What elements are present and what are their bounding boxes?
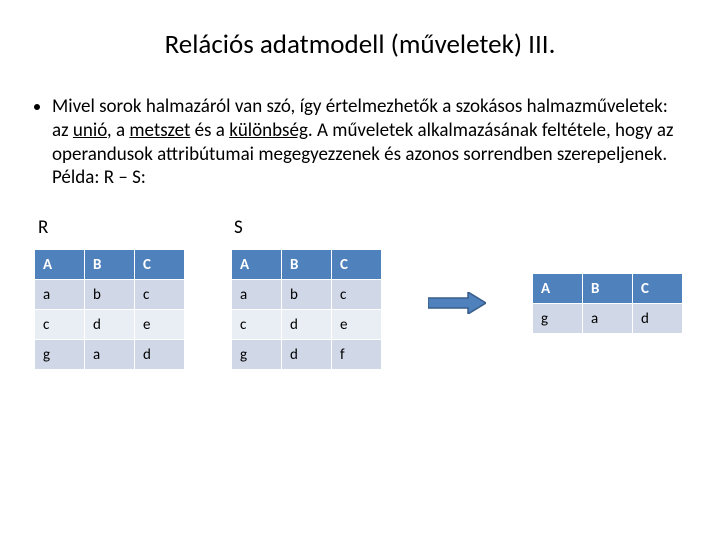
td: d bbox=[85, 310, 135, 340]
td: a bbox=[35, 280, 85, 310]
td: g bbox=[35, 340, 85, 370]
text-mid2: és a bbox=[190, 119, 229, 142]
label-s: S bbox=[230, 216, 380, 239]
td: d bbox=[633, 304, 683, 334]
bullet-item: Mivel sorok halmazáról van szó, így érte… bbox=[34, 95, 686, 190]
td: g bbox=[232, 340, 282, 370]
th: A bbox=[232, 250, 282, 280]
td: e bbox=[332, 310, 382, 340]
body-paragraph: Mivel sorok halmazáról van szó, így érte… bbox=[52, 95, 686, 190]
th: C bbox=[332, 250, 382, 280]
td: c bbox=[35, 310, 85, 340]
text-mid1: , a bbox=[107, 119, 129, 142]
td: c bbox=[135, 280, 185, 310]
table-row: c d e bbox=[232, 310, 382, 340]
td: c bbox=[232, 310, 282, 340]
label-r: R bbox=[34, 216, 184, 239]
td: a bbox=[583, 304, 633, 334]
td: c bbox=[332, 280, 382, 310]
table-row: g a d bbox=[533, 304, 683, 334]
table-row: a b c bbox=[35, 280, 185, 310]
underline-unio: unió bbox=[73, 119, 107, 142]
table-result: A B C g a d bbox=[532, 273, 683, 334]
th: C bbox=[135, 250, 185, 280]
table-r: A B C a b c c d e g a d bbox=[34, 249, 185, 370]
th: B bbox=[583, 274, 633, 304]
td: a bbox=[85, 340, 135, 370]
bullet-dot bbox=[34, 104, 40, 110]
th: B bbox=[282, 250, 332, 280]
slide-title: Relációs adatmodell (műveletek) III. bbox=[34, 28, 686, 61]
table-row: g a d bbox=[35, 340, 185, 370]
underline-metszet: metszet bbox=[129, 119, 190, 142]
td: e bbox=[135, 310, 185, 340]
td: f bbox=[332, 340, 382, 370]
td: d bbox=[282, 340, 332, 370]
td: a bbox=[232, 280, 282, 310]
tables-area: R S A B C a b c c d e bbox=[34, 216, 686, 370]
table-s: A B C a b c c d e g d f bbox=[231, 249, 382, 370]
table-row: g d f bbox=[232, 340, 382, 370]
th: A bbox=[533, 274, 583, 304]
td: b bbox=[282, 280, 332, 310]
td: d bbox=[135, 340, 185, 370]
th: C bbox=[633, 274, 683, 304]
th: B bbox=[85, 250, 135, 280]
td: b bbox=[85, 280, 135, 310]
th: A bbox=[35, 250, 85, 280]
arrow-icon bbox=[428, 273, 486, 333]
td: d bbox=[282, 310, 332, 340]
underline-kulonbseg: különbség bbox=[229, 119, 308, 142]
table-row: a b c bbox=[232, 280, 382, 310]
table-row: c d e bbox=[35, 310, 185, 340]
td: g bbox=[533, 304, 583, 334]
